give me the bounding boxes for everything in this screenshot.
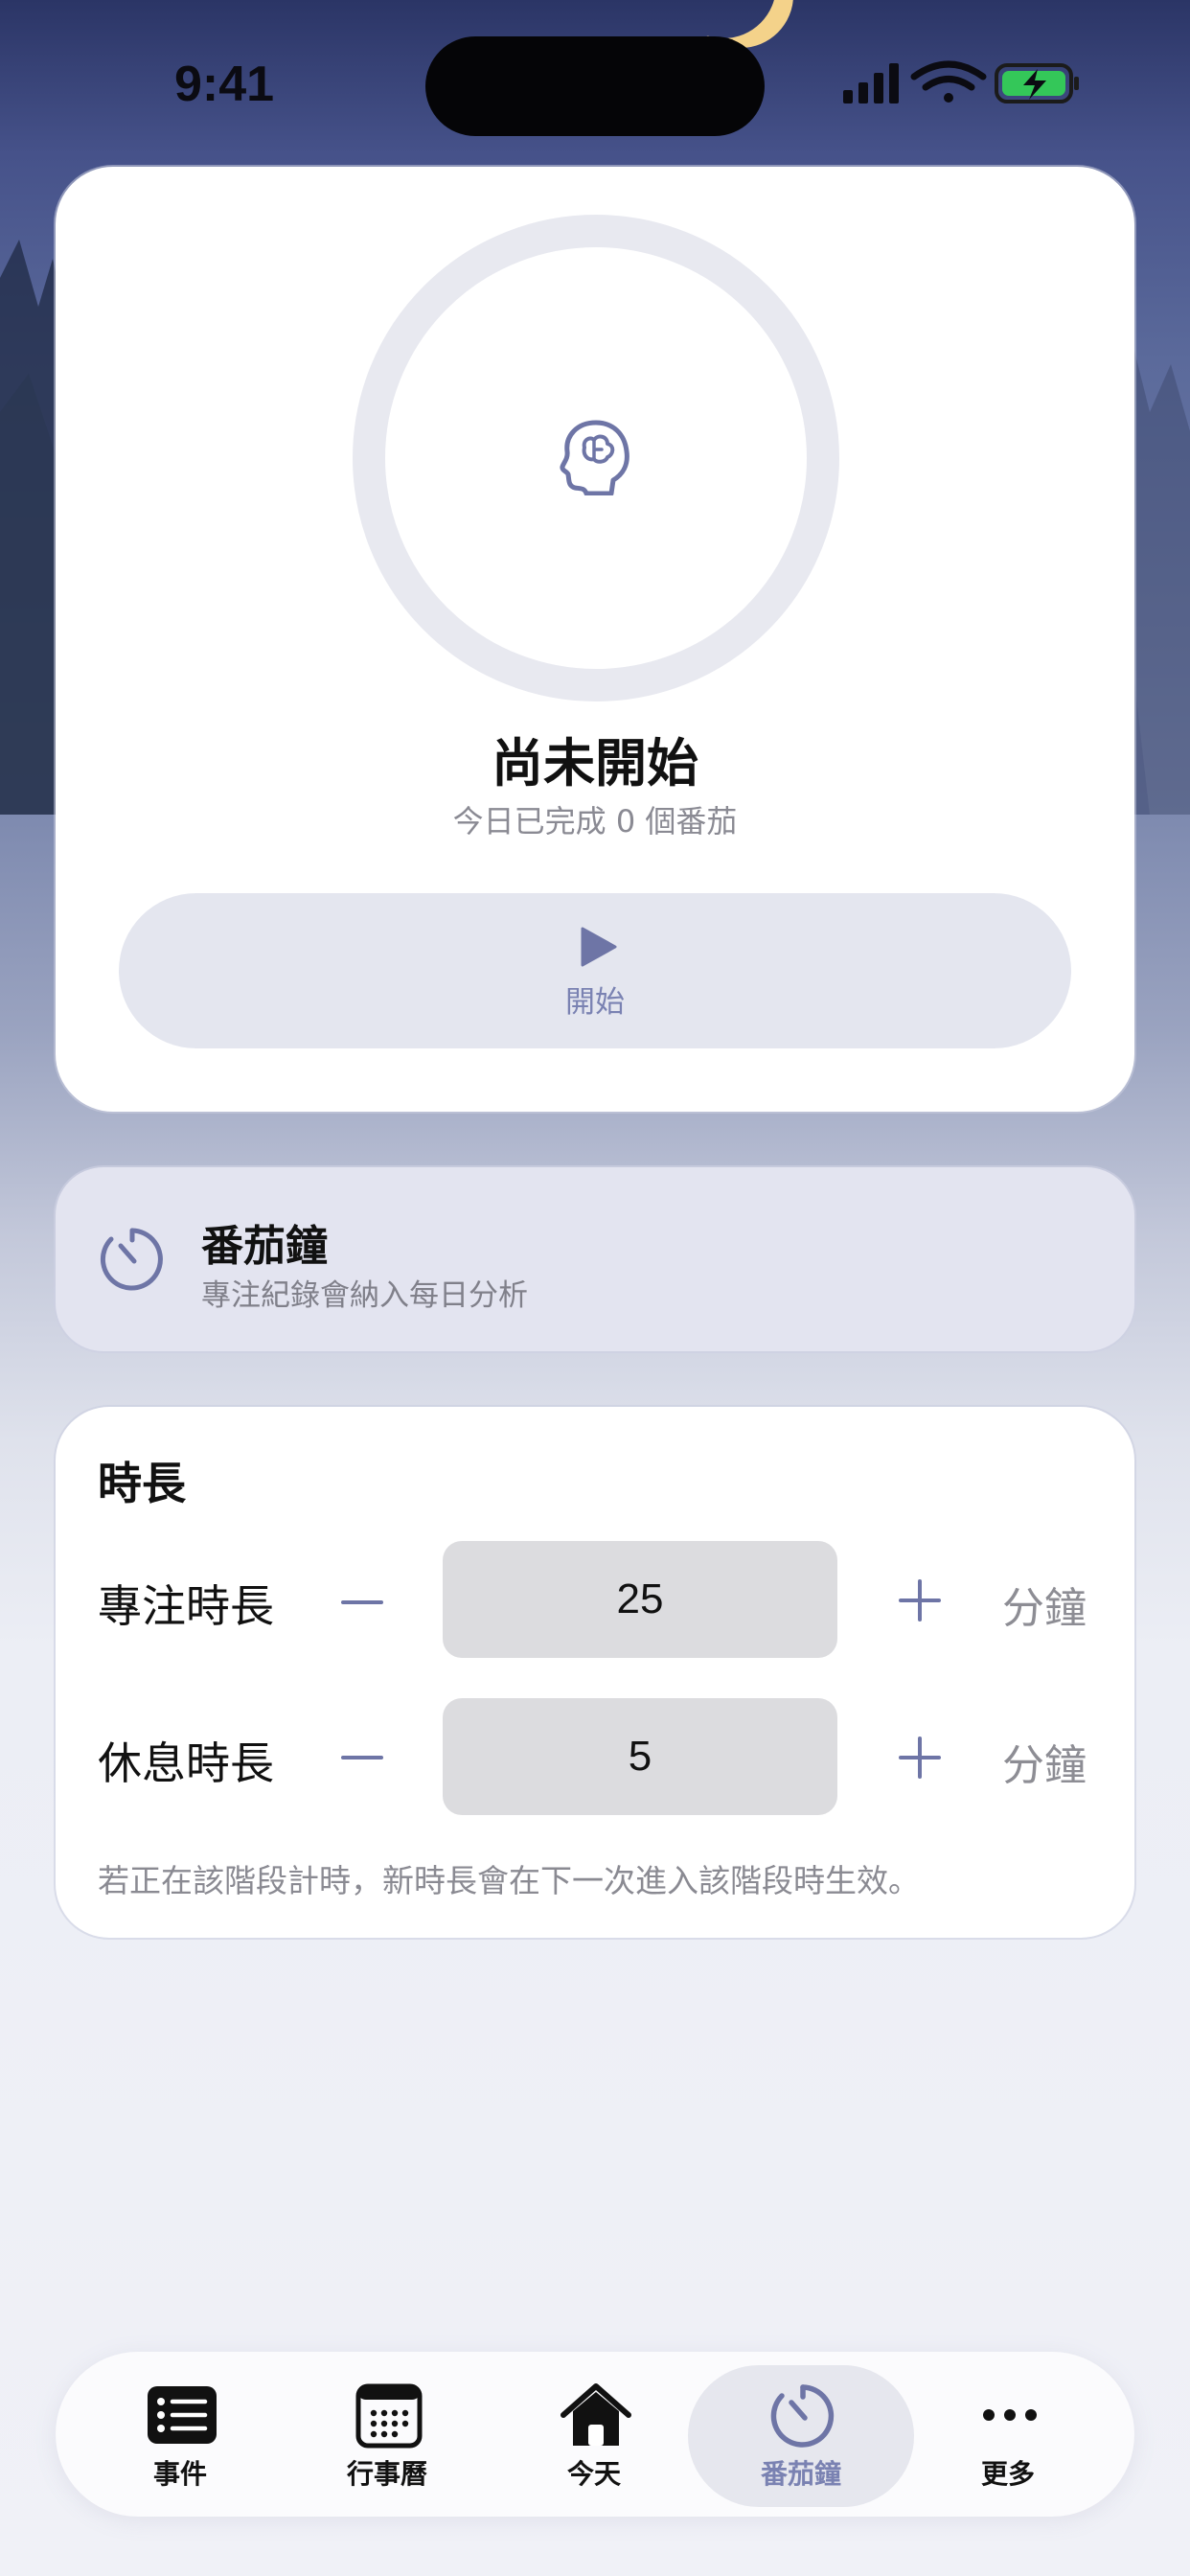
tab-label: 今天: [566, 2458, 621, 2490]
focus-increment-button[interactable]: [891, 1572, 949, 1629]
timer-icon: [100, 1228, 163, 1291]
info-subtitle: 專注紀錄會納入每日分析: [201, 1278, 528, 1313]
more-icon: [983, 2409, 1037, 2421]
focus-duration-value[interactable]: 25: [443, 1541, 837, 1658]
signal-icon: [843, 63, 899, 104]
start-button-label: 開始: [565, 985, 625, 1020]
timer-state-title: 尚未開始: [492, 733, 698, 794]
tab-label: 番茄鐘: [760, 2458, 841, 2490]
tab-calendar[interactable]: 行事曆: [310, 2369, 464, 2503]
tab-events[interactable]: 事件: [103, 2369, 257, 2503]
focus-duration-unit: 分鐘: [1002, 1584, 1087, 1633]
tab-pomodoro[interactable]: 番茄鐘: [724, 2369, 878, 2503]
tab-label: 事件: [152, 2458, 207, 2490]
tab-more[interactable]: 更多: [931, 2369, 1085, 2503]
list-icon: [148, 2386, 217, 2444]
play-icon: [581, 927, 617, 967]
duration-note: 若正在該階段計時，新時長會在下一次進入該階段時生效。: [98, 1862, 920, 1899]
tab-label: 更多: [980, 2458, 1035, 2490]
tab-label: 行事曆: [346, 2458, 427, 2490]
start-button[interactable]: [119, 893, 1071, 1048]
break-increment-button[interactable]: [891, 1729, 949, 1786]
completed-count: 今日已完成 0 個番茄: [452, 803, 738, 840]
status-icons: [843, 60, 1079, 104]
timer-icon: [770, 2384, 835, 2448]
break-duration-value[interactable]: 5: [443, 1698, 837, 1815]
dynamic-island: [425, 36, 765, 136]
break-decrement-button[interactable]: [333, 1729, 391, 1786]
home-icon: [561, 2383, 631, 2446]
brain-icon: [560, 420, 629, 495]
durations-title: 時長: [98, 1458, 186, 1509]
status-time: 9:41: [174, 57, 275, 112]
focus-decrement-button[interactable]: [333, 1574, 391, 1631]
focus-duration-label: 專注時長: [98, 1580, 274, 1632]
break-duration-label: 休息時長: [98, 1737, 274, 1789]
calendar-icon: [355, 2383, 423, 2449]
tab-today[interactable]: 今天: [517, 2369, 671, 2503]
break-duration-unit: 分鐘: [1002, 1741, 1087, 1790]
info-title: 番茄鐘: [201, 1222, 328, 1271]
wifi-icon: [910, 60, 987, 103]
battery-icon: [995, 63, 1079, 104]
